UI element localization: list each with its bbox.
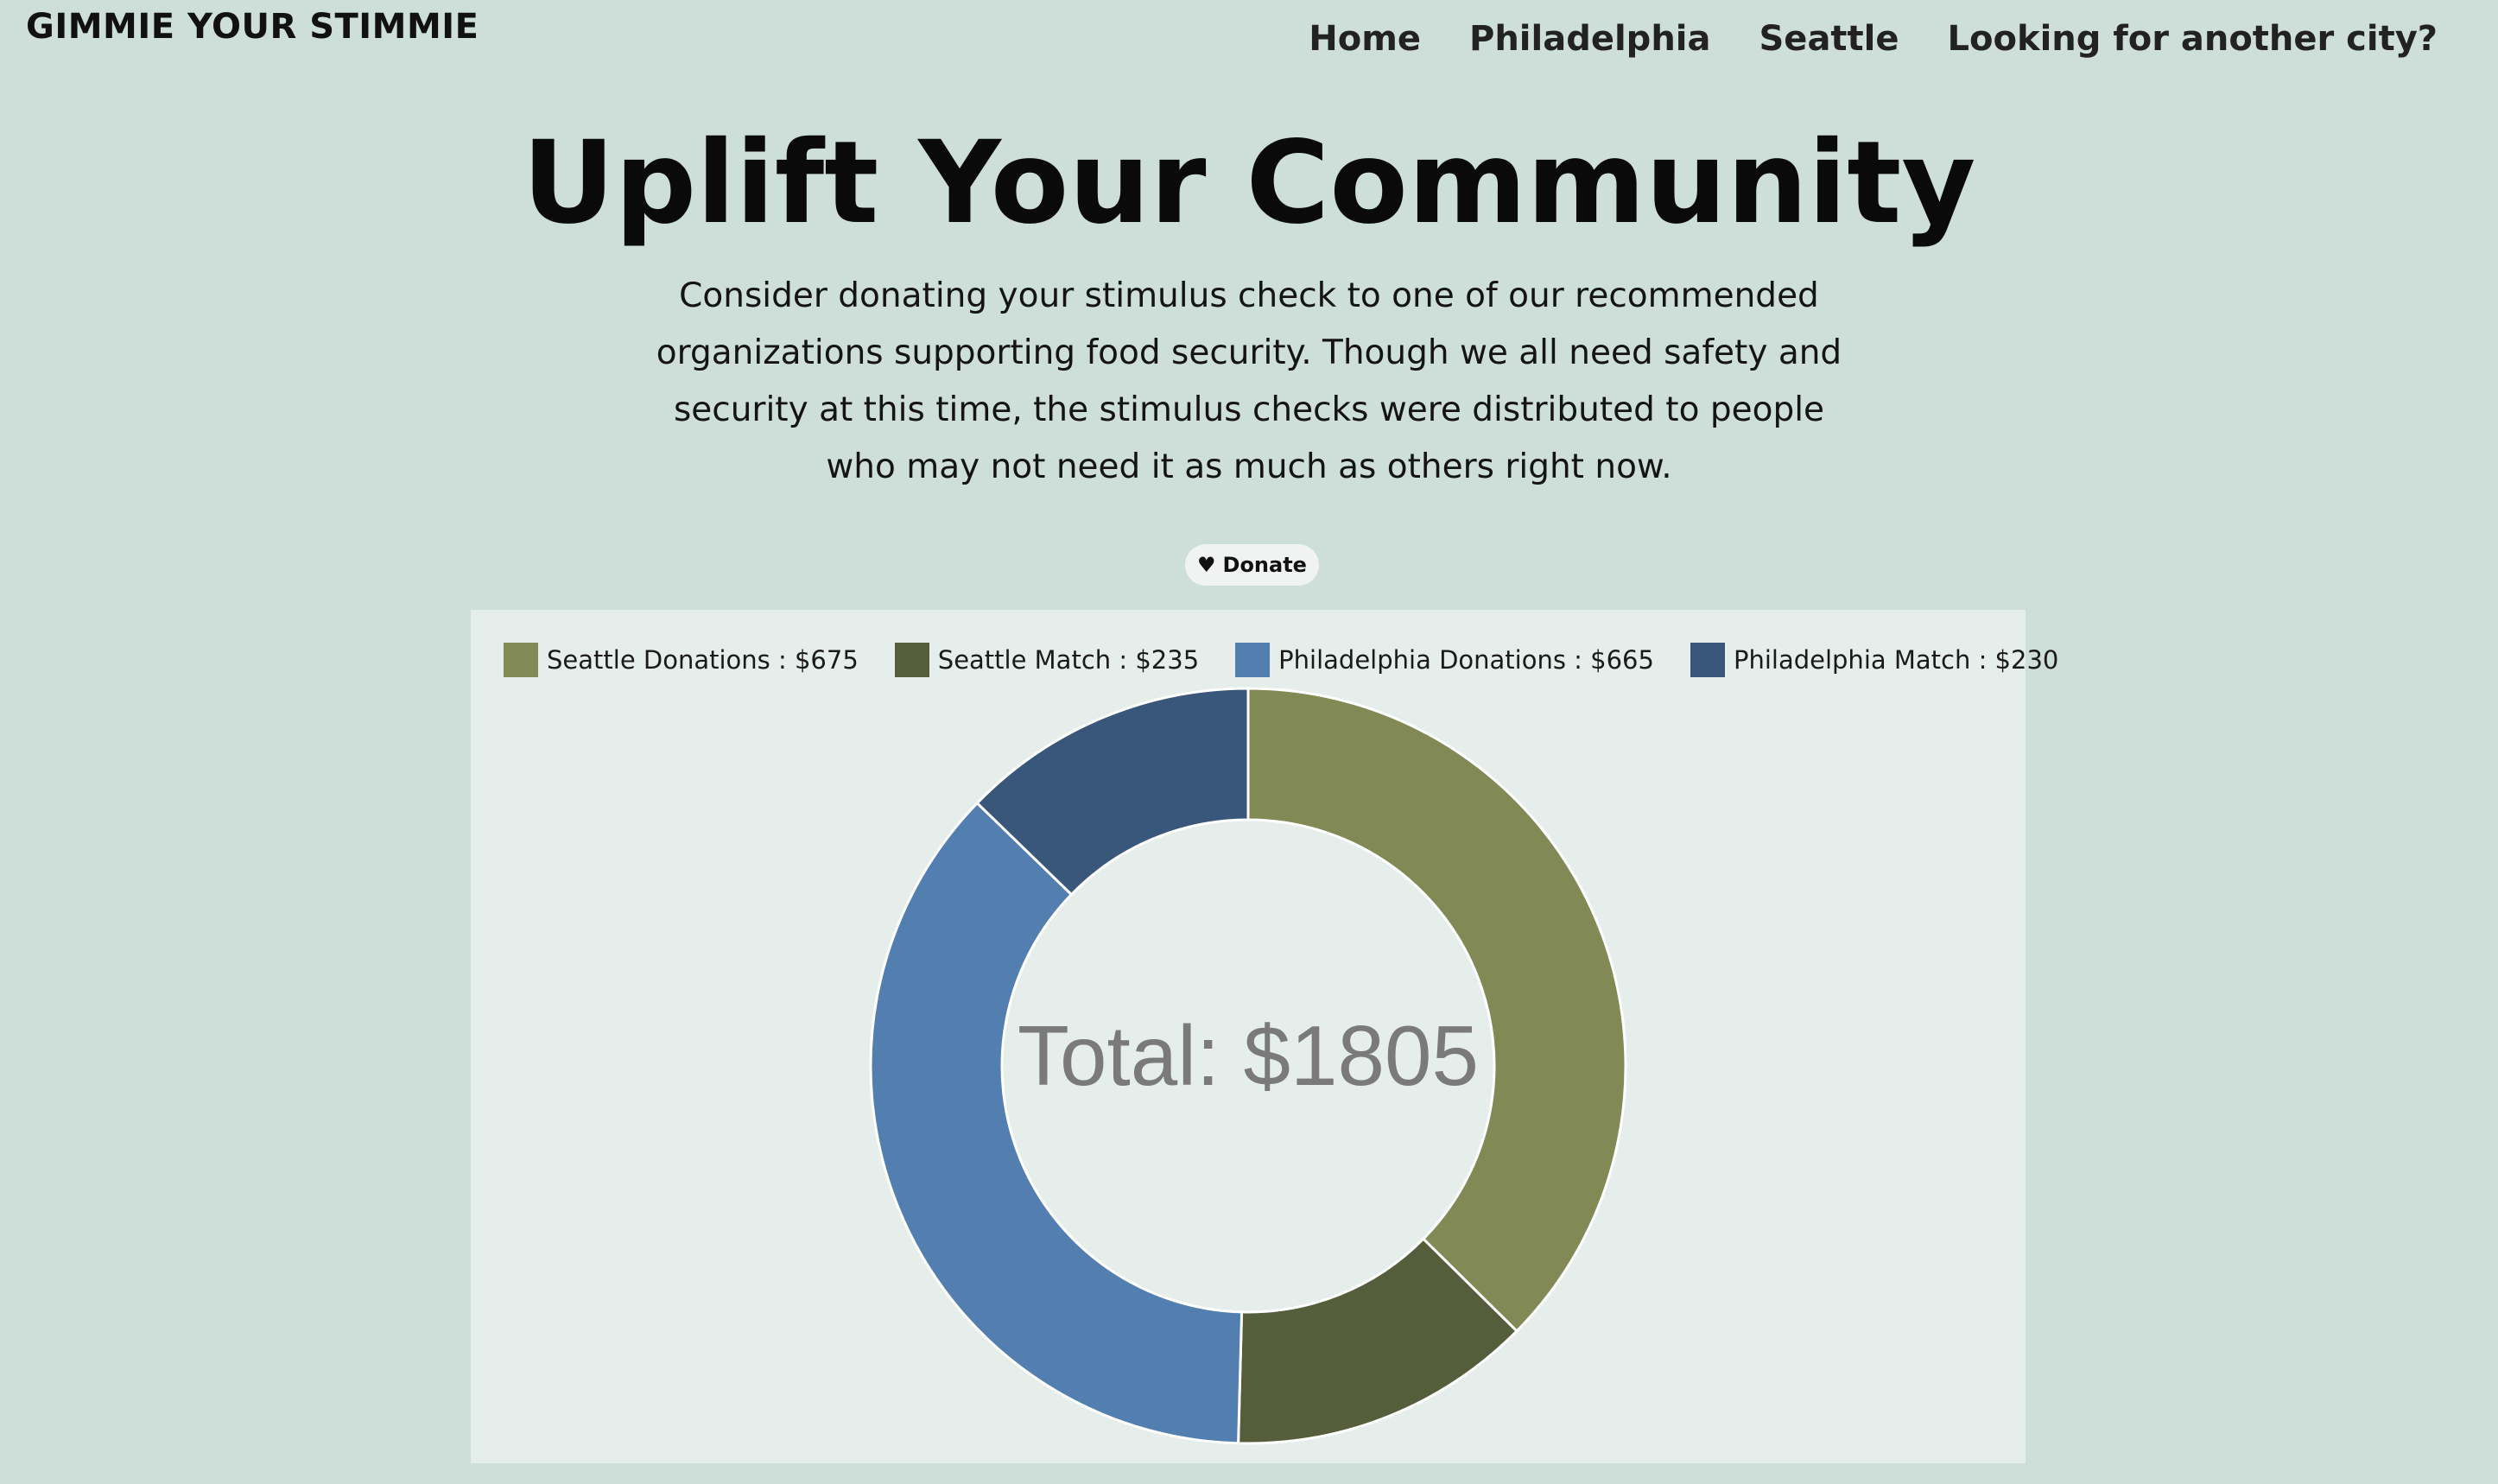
legend-label: Seattle Match : $235 — [937, 645, 1200, 675]
legend-swatch — [1235, 643, 1271, 677]
legend-swatch — [894, 643, 929, 677]
legend-item[interactable]: Seattle Donations : $675 — [504, 643, 859, 677]
top-nav: Home Philadelphia Seattle Looking for an… — [1309, 19, 2438, 59]
page-title: Uplift Your Community — [522, 117, 1976, 250]
legend-item[interactable]: Philadelphia Donations : $665 — [1235, 643, 1654, 677]
donut-slice[interactable] — [869, 801, 1244, 1445]
hero-description: Consider donating your stimulus check to… — [656, 276, 1842, 486]
nav-seattle-link[interactable]: Seattle — [1759, 19, 1899, 59]
donations-chart: Seattle Donations : $675 Seattle Match : … — [471, 610, 2058, 1463]
heart-icon: ♥ — [1197, 553, 1216, 577]
nav-other-city-link[interactable]: Looking for another city? — [1948, 19, 2438, 59]
legend-label: Philadelphia Donations : $665 — [1278, 645, 1654, 675]
chart-total-label: Total: $1805 — [1018, 1008, 1479, 1103]
legend-item[interactable]: Philadelphia Match : $230 — [1690, 643, 2058, 677]
legend-item[interactable]: Seattle Match : $235 — [894, 643, 1200, 677]
nav-home-link[interactable]: Home — [1309, 19, 1421, 59]
legend-swatch — [1690, 643, 1725, 677]
legend-label: Seattle Donations : $675 — [547, 645, 859, 675]
legend-swatch — [504, 643, 538, 677]
donate-button[interactable]: ♥ Donate — [1185, 544, 1319, 586]
brand-logo[interactable]: GIMMIE YOUR STIMMIE — [26, 7, 479, 47]
donate-button-label: Donate — [1222, 553, 1307, 577]
chart-legend: Seattle Donations : $675 Seattle Match : … — [504, 643, 2058, 677]
legend-label: Philadelphia Match : $230 — [1733, 645, 2059, 675]
nav-philadelphia-link[interactable]: Philadelphia — [1469, 19, 1711, 59]
